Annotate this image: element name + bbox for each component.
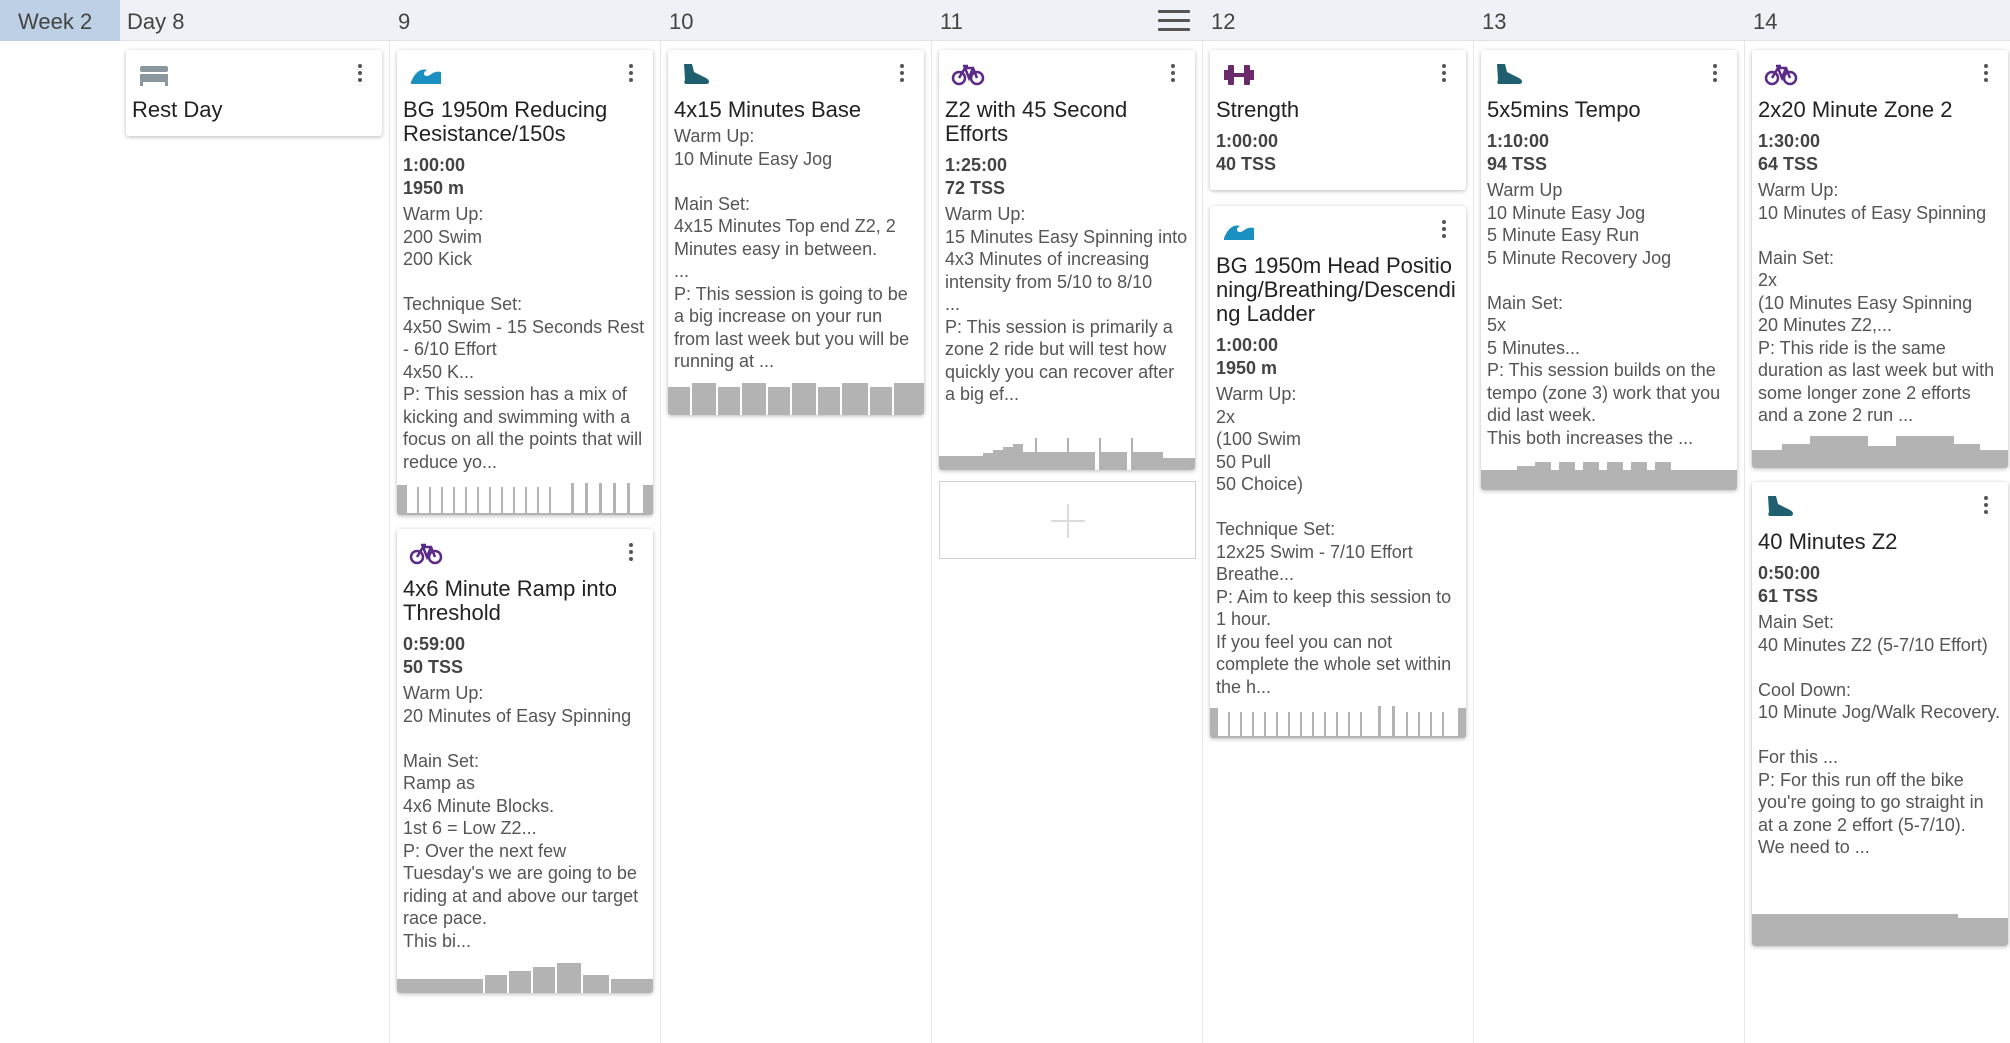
workout-intensity-graph <box>397 959 653 993</box>
workout-tss: 40 TSS <box>1216 154 1277 174</box>
workout-card-bike[interactable]: 4x6 Minute Ramp into Threshold 0:59:00 5… <box>397 529 653 993</box>
card-menu-icon[interactable] <box>352 62 368 88</box>
workout-intensity-graph <box>1752 434 2008 468</box>
workout-duration: 1:30:00 <box>1758 131 1821 151</box>
workout-card-bike[interactable]: Z2 with 45 Second Efforts 1:25:00 72 TSS… <box>939 50 1195 470</box>
card-menu-icon[interactable] <box>1978 62 1994 88</box>
day-label-9: 9 <box>398 9 411 34</box>
day-label-8: Day 8 <box>127 9 185 34</box>
workout-description: Warm Up: 200 Swim 200 Kick Technique Set… <box>403 204 645 472</box>
column-divider <box>1473 41 1474 1043</box>
workout-title: 40 Minutes Z2 <box>1758 529 1898 554</box>
bike-icon <box>951 60 985 88</box>
workout-title: 4x6 Minute Ramp into Threshold <box>403 576 617 625</box>
workout-duration: 0:50:00 <box>1758 563 1821 583</box>
workout-intensity-graph <box>1481 456 1737 490</box>
workout-card-rest-day[interactable]: Rest Day <box>126 50 382 136</box>
menu-icon[interactable] <box>1158 10 1190 32</box>
column-divider <box>1744 41 1745 1043</box>
workout-description: Warm Up 10 Minute Easy Jog 5 Minute Easy… <box>1487 180 1721 448</box>
workout-card-strength[interactable]: Strength 1:00:00 40 TSS <box>1210 50 1466 190</box>
workout-title: BG 1950m Head Positioning/Breathing/Desc… <box>1216 253 1456 326</box>
swim-icon <box>1222 216 1256 244</box>
workout-card-run[interactable]: 4x15 Minutes Base Warm Up: 10 Minute Eas… <box>668 50 924 415</box>
workout-intensity-graph <box>397 481 653 515</box>
workout-distance: 1950 m <box>1216 358 1278 378</box>
swim-icon <box>409 60 443 88</box>
column-divider <box>1202 41 1203 1043</box>
workout-duration: 1:10:00 <box>1487 131 1550 151</box>
card-menu-icon[interactable] <box>623 541 639 567</box>
workout-intensity-graph <box>1752 912 2008 946</box>
run-shoe-icon <box>680 60 714 88</box>
workout-card-swim[interactable]: BG 1950m Head Positioning/Breathing/Desc… <box>1210 206 1466 738</box>
workout-card-run[interactable]: 40 Minutes Z2 0:50:00 61 TSS Main Set: 4… <box>1752 482 2008 946</box>
run-shoe-icon <box>1493 60 1527 88</box>
workout-description: Warm Up: 2x (100 Swim 50 Pull 50 Choice)… <box>1216 384 1452 697</box>
run-shoe-icon <box>1764 492 1798 520</box>
workout-title: Z2 with 45 Second Efforts <box>945 97 1128 146</box>
bed-icon <box>138 60 172 88</box>
bike-icon <box>409 539 443 567</box>
workout-tss: 64 TSS <box>1758 154 1819 174</box>
column-divider <box>931 41 932 1043</box>
workout-card-swim[interactable]: BG 1950m Reducing Resistance/150s 1:00:0… <box>397 50 653 515</box>
workout-description: Warm Up: 15 Minutes Easy Spinning into 4… <box>945 204 1188 404</box>
card-menu-icon[interactable] <box>894 62 910 88</box>
bike-icon <box>1764 60 1798 88</box>
workout-intensity-graph <box>668 381 924 415</box>
workout-title: BG 1950m Reducing Resistance/150s <box>403 97 608 146</box>
card-menu-icon[interactable] <box>1707 62 1723 88</box>
workout-intensity-graph <box>1210 704 1466 738</box>
workout-title: Strength <box>1216 97 1300 122</box>
week-label[interactable]: Week 2 <box>0 0 120 41</box>
column-divider <box>389 41 390 1043</box>
workout-title: 5x5mins Tempo <box>1487 97 1641 122</box>
workout-duration: 1:00:00 <box>1216 131 1279 151</box>
workout-card-bike[interactable]: 2x20 Minute Zone 2 1:30:00 64 TSS Warm U… <box>1752 50 2008 468</box>
workout-title: 4x15 Minutes Base <box>674 97 862 122</box>
workout-description: Main Set: 40 Minutes Z2 (5-7/10 Effort) … <box>1758 612 2001 857</box>
add-workout-button[interactable] <box>939 481 1196 559</box>
workout-distance: 1950 m <box>403 178 465 198</box>
workout-card-run[interactable]: 5x5mins Tempo 1:10:00 94 TSS Warm Up 10 … <box>1481 50 1737 490</box>
card-menu-icon[interactable] <box>623 62 639 88</box>
workout-tss: 72 TSS <box>945 178 1006 198</box>
workout-description: Warm Up: 20 Minutes of Easy Spinning Mai… <box>403 683 639 951</box>
workout-intensity-graph <box>939 436 1195 470</box>
workout-title: Rest Day <box>132 97 223 122</box>
card-menu-icon[interactable] <box>1436 218 1452 244</box>
day-label-10: 10 <box>669 9 694 34</box>
day-label-11: 11 <box>940 9 963 34</box>
workout-duration: 1:25:00 <box>945 155 1008 175</box>
workout-tss: 50 TSS <box>403 657 464 677</box>
workout-description: Warm Up: 10 Minutes of Easy Spinning Mai… <box>1758 180 1995 425</box>
day-label-12: 12 <box>1211 9 1236 34</box>
workout-tss: 61 TSS <box>1758 586 1819 606</box>
workout-duration: 1:00:00 <box>1216 335 1279 355</box>
dumbbell-icon <box>1222 60 1256 88</box>
workout-title: 2x20 Minute Zone 2 <box>1758 97 1953 122</box>
workout-tss: 94 TSS <box>1487 154 1548 174</box>
calendar-header: Week 2 Day 8 9 10 11 12 13 14 <box>0 0 2010 41</box>
card-menu-icon[interactable] <box>1436 62 1452 88</box>
card-menu-icon[interactable] <box>1165 62 1181 88</box>
day-label-14: 14 <box>1753 9 1778 34</box>
day-label-13: 13 <box>1482 9 1507 34</box>
workout-duration: 1:00:00 <box>403 155 466 175</box>
card-menu-icon[interactable] <box>1978 494 1994 520</box>
workout-description: Warm Up: 10 Minute Easy Jog Main Set: 4x… <box>674 126 910 371</box>
column-divider <box>660 41 661 1043</box>
workout-duration: 0:59:00 <box>403 634 466 654</box>
